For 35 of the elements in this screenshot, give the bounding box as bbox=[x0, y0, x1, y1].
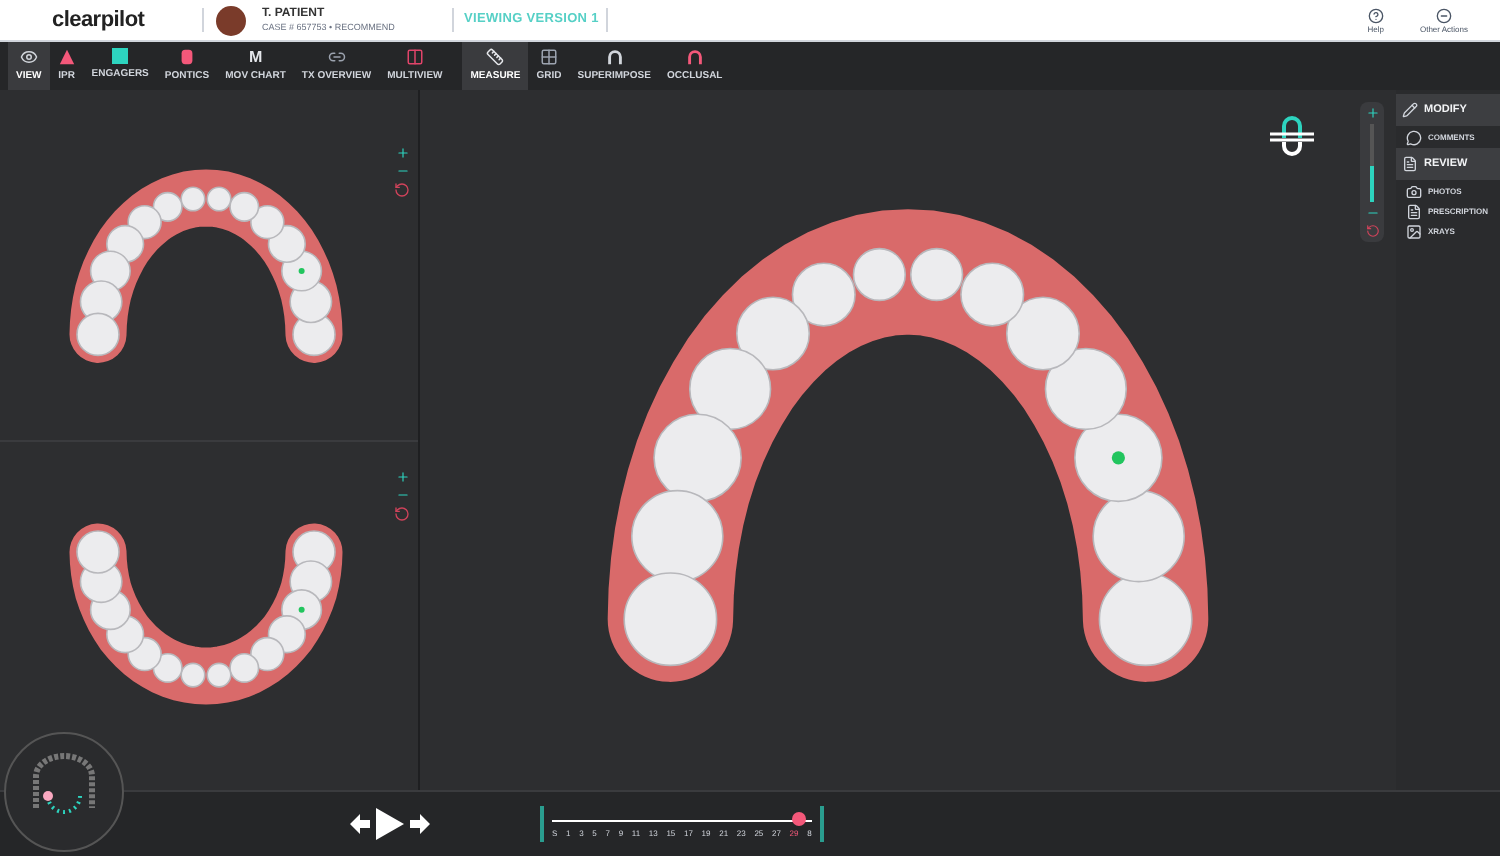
zoom-in-icon[interactable] bbox=[395, 469, 409, 483]
grid-icon bbox=[540, 47, 559, 66]
zoom-in-icon[interactable] bbox=[395, 146, 409, 160]
occlusal-view-icon[interactable] bbox=[1268, 114, 1316, 162]
panels-icon bbox=[405, 47, 424, 66]
image-icon bbox=[1406, 224, 1422, 240]
arch-icon bbox=[685, 47, 704, 66]
reset-icon[interactable] bbox=[394, 182, 410, 198]
next-button[interactable] bbox=[410, 814, 430, 834]
tooth-icon bbox=[178, 47, 197, 66]
minus-circle-icon bbox=[1435, 7, 1452, 23]
ruler-icon bbox=[486, 47, 505, 66]
zoom-out-icon[interactable] bbox=[395, 164, 409, 178]
help-icon bbox=[1367, 7, 1384, 23]
triangle-icon bbox=[57, 47, 76, 66]
pencil-icon bbox=[1402, 102, 1418, 118]
document-icon bbox=[1406, 204, 1422, 220]
camera-icon bbox=[1406, 184, 1422, 200]
eye-icon bbox=[19, 47, 38, 66]
zoom-in-icon[interactable] bbox=[1365, 106, 1379, 120]
arch-icon bbox=[605, 47, 624, 66]
timeline-track[interactable] bbox=[552, 809, 812, 821]
patient-avatar bbox=[216, 5, 246, 35]
play-button[interactable] bbox=[376, 808, 404, 840]
letter-icon: M bbox=[248, 47, 263, 66]
logo: clearpilot bbox=[52, 5, 147, 36]
reset-icon[interactable] bbox=[1365, 224, 1379, 238]
link-icon bbox=[327, 47, 346, 66]
comment-icon bbox=[1406, 130, 1422, 146]
reset-icon[interactable] bbox=[394, 505, 410, 521]
zoom-out-icon[interactable] bbox=[1365, 206, 1379, 220]
previous-button[interactable] bbox=[350, 814, 370, 834]
square-icon bbox=[112, 48, 129, 65]
timeline-handle[interactable] bbox=[791, 811, 805, 825]
document-icon bbox=[1402, 156, 1418, 172]
